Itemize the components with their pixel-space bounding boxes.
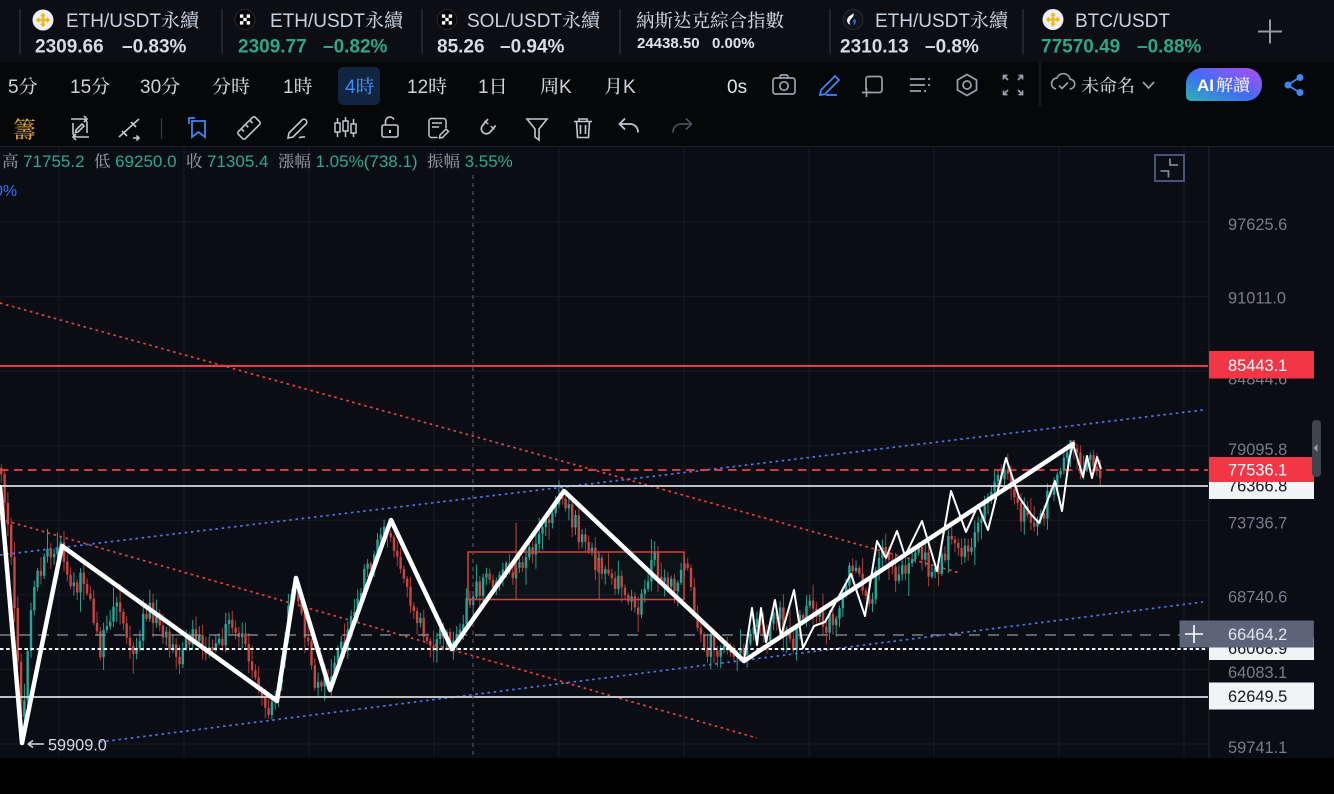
- svg-text:0.00%: 0.00%: [712, 35, 755, 52]
- svg-text:1.05%(738.1): 1.05%(738.1): [316, 152, 428, 171]
- svg-text:12: 12: [407, 77, 428, 98]
- svg-text:85.26: 85.26: [437, 37, 485, 58]
- svg-text:59909.0: 59909.0: [48, 737, 107, 755]
- svg-text:30: 30: [140, 77, 161, 98]
- svg-text:0%: 0%: [0, 183, 17, 200]
- svg-text:–0.88%: –0.88%: [1137, 37, 1202, 58]
- svg-text:0s: 0s: [727, 77, 747, 98]
- svg-text:73736.7: 73736.7: [1228, 514, 1287, 532]
- svg-text:2309.66: 2309.66: [35, 37, 104, 58]
- svg-text:–0.82%: –0.82%: [323, 37, 388, 58]
- svg-text:1: 1: [478, 77, 489, 98]
- svg-text:4: 4: [345, 77, 356, 98]
- svg-text:BTC/USDT: BTC/USDT: [1075, 11, 1170, 32]
- svg-text:–0.94%: –0.94%: [500, 37, 565, 58]
- svg-text:24438.50: 24438.50: [637, 35, 700, 52]
- svg-text:–0.83%: –0.83%: [122, 37, 187, 58]
- svg-text:2309.77: 2309.77: [238, 37, 307, 58]
- svg-text:5: 5: [8, 77, 19, 98]
- svg-text:SOL/USDT: SOL/USDT: [467, 11, 562, 32]
- svg-text:79095.8: 79095.8: [1228, 441, 1287, 459]
- svg-text:71305.4: 71305.4: [207, 152, 278, 171]
- svg-text:K: K: [559, 77, 572, 98]
- svg-text:91011.0: 91011.0: [1228, 289, 1286, 307]
- svg-text:2310.13: 2310.13: [840, 37, 909, 58]
- svg-text:85443.1: 85443.1: [1228, 357, 1287, 375]
- svg-text:68740.6: 68740.6: [1228, 588, 1287, 606]
- svg-text:66464.2: 66464.2: [1228, 626, 1287, 644]
- svg-text:1: 1: [283, 77, 294, 98]
- svg-text:62649.5: 62649.5: [1228, 688, 1287, 706]
- svg-text:ETH/USDT: ETH/USDT: [66, 11, 161, 32]
- svg-text:3.55%: 3.55%: [465, 152, 513, 171]
- svg-text:77536.1: 77536.1: [1228, 461, 1287, 479]
- svg-text:ETH/USDT: ETH/USDT: [875, 11, 970, 32]
- svg-text:71755.2: 71755.2: [23, 152, 94, 171]
- svg-text:64083.1: 64083.1: [1228, 664, 1287, 682]
- svg-text:77570.49: 77570.49: [1041, 37, 1120, 58]
- svg-text:69250.0: 69250.0: [115, 152, 186, 171]
- svg-text:–0.8%: –0.8%: [925, 37, 979, 58]
- svg-text:K: K: [623, 77, 636, 98]
- svg-text:AI: AI: [1197, 76, 1214, 95]
- svg-text:59741.1: 59741.1: [1228, 739, 1287, 757]
- svg-text:97625.6: 97625.6: [1228, 216, 1287, 234]
- svg-text:15: 15: [70, 77, 91, 98]
- svg-text:ETH/USDT: ETH/USDT: [270, 11, 365, 32]
